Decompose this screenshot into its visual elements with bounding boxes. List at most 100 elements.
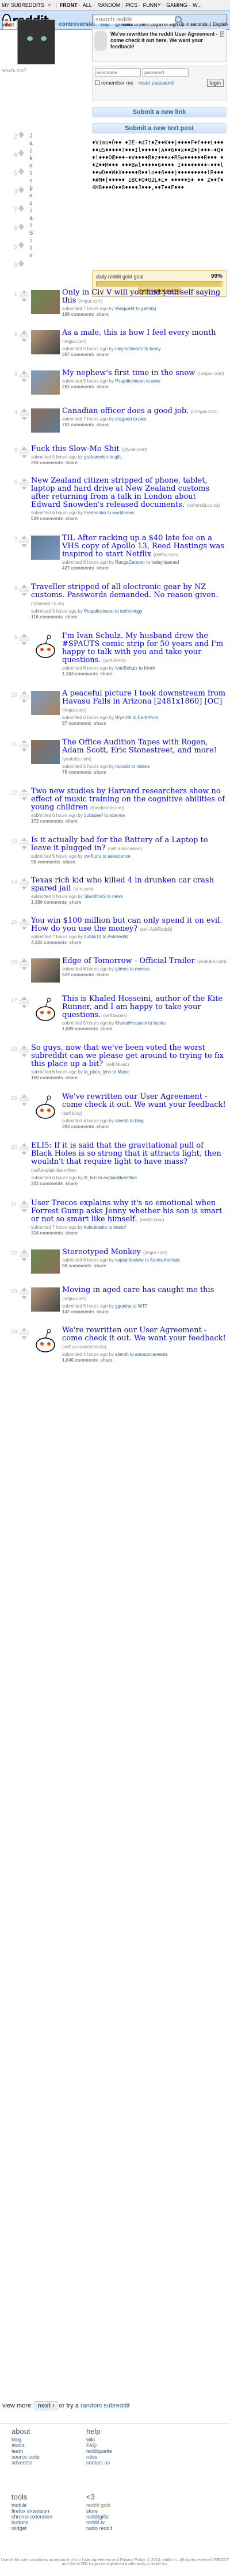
downvote-icon[interactable]: [18, 208, 24, 212]
downvote-icon[interactable]: [18, 227, 24, 230]
footer-link[interactable]: reddit.tv: [86, 2520, 144, 2525]
post-thumbnail[interactable]: [31, 408, 60, 433]
downvote-icon[interactable]: [18, 135, 24, 138]
post-title-link[interactable]: We've rewritten our User Agreement - com…: [62, 1092, 226, 1109]
post-subreddit[interactable]: to movies: [130, 966, 150, 972]
share-button[interactable]: share: [66, 460, 78, 465]
post-domain[interactable]: (gfycat.com): [122, 447, 147, 452]
post-title-link[interactable]: Edge of Tomorrow - Official Trailer: [62, 957, 197, 965]
downvote-icon[interactable]: [18, 171, 24, 175]
post-domain[interactable]: (self.Music): [105, 1062, 129, 1067]
comments-link[interactable]: 1,040 comments: [62, 1358, 98, 1363]
share-button[interactable]: share: [100, 1358, 112, 1363]
share-button[interactable]: share: [66, 1230, 78, 1236]
reset-password-link[interactable]: reset password: [139, 80, 174, 86]
downvote-icon[interactable]: [21, 417, 27, 421]
post-domain[interactable]: (self.blog): [62, 1111, 82, 1116]
post-author[interactable]: captainfoolery: [115, 1258, 145, 1263]
downvote-icon[interactable]: [18, 245, 24, 249]
post-subreddit[interactable]: to bestof: [108, 1225, 126, 1230]
post-title-link[interactable]: User Trecos explains why it's so emotion…: [31, 1199, 222, 1224]
search-icon[interactable]: [175, 16, 182, 23]
post-subreddit[interactable]: to Music: [112, 1069, 129, 1075]
sr-link-all[interactable]: ALL: [83, 2, 92, 8]
post-domain[interactable]: (theatlantic.com): [90, 805, 124, 811]
downvote-icon[interactable]: [21, 1054, 27, 1057]
comments-link[interactable]: 281 comments: [62, 384, 94, 389]
post-title-link[interactable]: You win $100 million but can only spend …: [31, 916, 222, 933]
share-button[interactable]: share: [97, 1309, 109, 1314]
post-author[interactable]: gtimes: [115, 966, 130, 972]
downvote-icon[interactable]: [21, 299, 27, 302]
downvote-icon[interactable]: [21, 544, 27, 548]
post-author[interactable]: RangeCamper: [115, 560, 146, 565]
comments-link[interactable]: 79 comments: [62, 770, 91, 775]
post-title-link[interactable]: Texas rich kid who killed 4 in drunken c…: [31, 876, 214, 893]
post-domain[interactable]: (imgur.com): [62, 708, 86, 713]
comments-link[interactable]: 522 comments: [62, 972, 94, 977]
footer-link[interactable]: wiki: [86, 2437, 144, 2443]
downvote-icon[interactable]: [18, 190, 24, 193]
downvote-icon[interactable]: [21, 487, 27, 490]
share-button[interactable]: share: [97, 312, 109, 317]
comments-link[interactable]: 629 comments: [31, 516, 63, 521]
footer-link[interactable]: blog: [12, 2437, 69, 2443]
post-title-link[interactable]: Moving in aged care has caught me this: [62, 1286, 214, 1294]
share-button[interactable]: share: [69, 940, 81, 945]
comments-link[interactable]: 701 comments: [62, 422, 94, 427]
share-button[interactable]: share: [69, 900, 81, 905]
search-input[interactable]: [94, 16, 175, 24]
post-domain[interactable]: (i.imgur.com): [191, 409, 218, 414]
downvote-icon[interactable]: [18, 263, 24, 267]
sr-link-funny[interactable]: FUNNY: [143, 2, 161, 8]
footer-link[interactable]: about: [12, 2443, 69, 2448]
post-thumbnail[interactable]: [31, 370, 60, 395]
post-domain[interactable]: (netflix.com): [154, 552, 179, 557]
downvote-icon[interactable]: [21, 1258, 27, 1262]
post-author[interactable]: alienth: [115, 1352, 130, 1357]
comments-link[interactable]: 387 comments: [62, 352, 94, 357]
post-domain[interactable]: (imgur.com): [79, 299, 103, 304]
post-subreddit[interactable]: to gifs: [109, 454, 121, 460]
post-title-link[interactable]: Two new studies by Harvard researchers s…: [31, 787, 225, 812]
downvote-icon[interactable]: [21, 748, 27, 752]
post-title-link[interactable]: Canadian officer does a good job.: [62, 407, 191, 415]
share-button[interactable]: share: [97, 422, 109, 427]
downvote-icon[interactable]: [21, 455, 27, 458]
post-subreddit[interactable]: to books: [148, 1021, 166, 1026]
downvote-icon[interactable]: [21, 1336, 27, 1340]
post-subreddit[interactable]: to pics: [133, 416, 147, 422]
comments-link[interactable]: 393 comments: [62, 1124, 94, 1129]
downvote-icon[interactable]: [21, 1103, 27, 1106]
post-author[interactable]: kuloukasko: [84, 1225, 108, 1230]
post-subreddit[interactable]: to science: [104, 813, 125, 818]
sr-link-more[interactable]: W...: [193, 2, 202, 8]
sr-link-front[interactable]: FRONT: [60, 2, 78, 8]
tab-wiki[interactable]: wiki: [2, 22, 11, 28]
footer-link[interactable]: radio reddit: [86, 2525, 144, 2531]
vote-arrows[interactable]: [17, 150, 25, 156]
post-subreddit[interactable]: to news: [107, 894, 123, 899]
submit-link-button[interactable]: Submit a new link: [92, 107, 227, 117]
post-author[interactable]: Pcapdickinson: [115, 379, 146, 384]
login-button[interactable]: login: [206, 79, 224, 87]
share-button[interactable]: share: [97, 384, 109, 389]
post-title-link[interactable]: We're rewritten our User Agreement - com…: [62, 1326, 226, 1343]
remember-checkbox[interactable]: [95, 81, 99, 85]
share-button[interactable]: share: [94, 1263, 106, 1268]
footer-link[interactable]: reddit gold: [86, 2502, 144, 2508]
share-button[interactable]: share: [66, 1181, 78, 1186]
post-author[interactable]: dublin10: [84, 934, 102, 939]
post-subreddit[interactable]: to blog: [130, 1118, 144, 1123]
post-domain[interactable]: (youtube.com): [62, 756, 91, 762]
post-domain[interactable]: (self.books): [103, 1013, 127, 1018]
downvote-icon[interactable]: [21, 339, 27, 342]
post-subreddit[interactable]: to todayilearned: [146, 560, 179, 565]
snoo-thumbnail-icon[interactable]: [31, 1328, 60, 1356]
post-title-link[interactable]: This is Khaled Hosseini, author of the K…: [62, 995, 223, 1019]
my-subreddits-dropdown[interactable]: MY SUBREDDITS: [2, 2, 44, 8]
comments-link[interactable]: 172 comments: [31, 819, 63, 824]
post-domain[interactable]: (i.imgur.com): [197, 371, 224, 376]
comments-link[interactable]: 98 comments: [62, 1263, 91, 1268]
post-title-link[interactable]: The Office Audition Tapes with Rogen, Ad…: [62, 738, 217, 755]
